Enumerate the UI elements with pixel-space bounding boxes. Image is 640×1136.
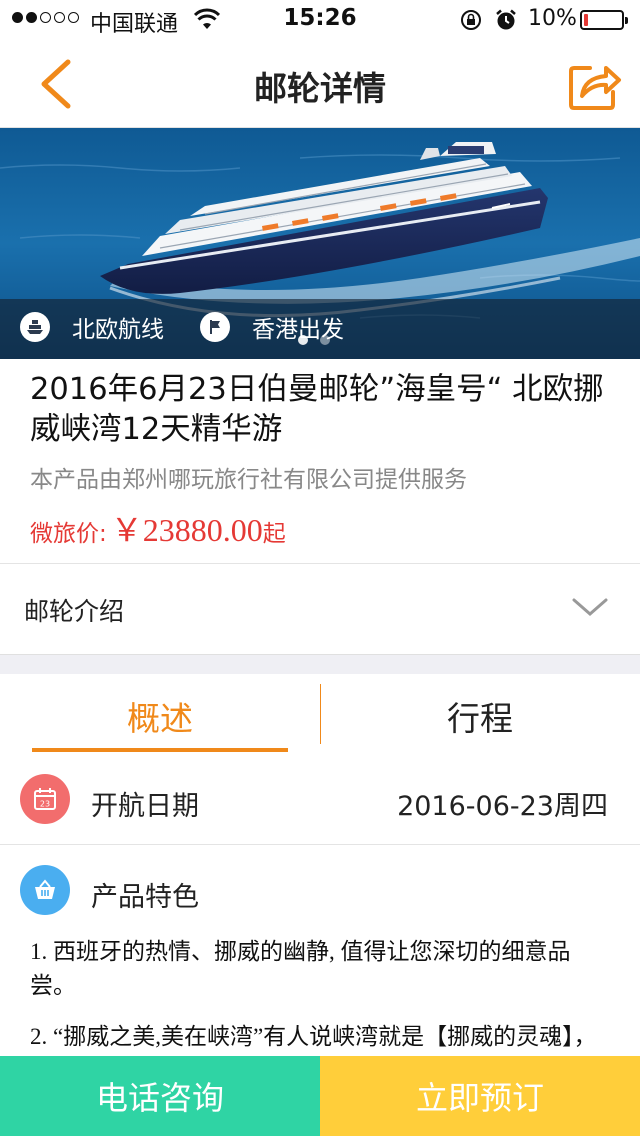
product-title: 2016年6月23日伯曼邮轮”海皇号“ 北欧挪威峡湾12天精华游 bbox=[30, 372, 604, 447]
share-icon[interactable] bbox=[566, 58, 622, 112]
flag-icon bbox=[200, 312, 230, 342]
product-features-label: 产品特色 bbox=[91, 882, 199, 913]
bottom-action-bar: 电话咨询 立即预订 bbox=[0, 1056, 640, 1136]
cruise-ship-banner[interactable]: 北欧航线 香港出发 bbox=[0, 128, 640, 359]
route-tag-label: 北欧航线 bbox=[72, 317, 164, 343]
cruise-intro-label: 邮轮介绍 bbox=[24, 597, 125, 626]
alarm-icon bbox=[496, 9, 516, 30]
phone-consult-button[interactable]: 电话咨询 bbox=[0, 1056, 320, 1136]
sailing-date-row: 23 开航日期 2016-06-23周四 bbox=[0, 762, 640, 844]
detail-tabs: 概述 行程 bbox=[0, 674, 640, 762]
product-price: 微旅价: ￥23880.00 起 bbox=[30, 505, 286, 551]
tab-overview[interactable]: 概述 bbox=[0, 692, 320, 740]
rotation-lock-icon bbox=[461, 10, 481, 30]
status-bar: 中国联通 15:26 10% bbox=[0, 0, 640, 40]
carousel-dot[interactable] bbox=[298, 335, 308, 345]
route-tag: 北欧航线 bbox=[20, 310, 164, 344]
sailing-date-label: 开航日期 bbox=[91, 791, 199, 822]
battery-icon bbox=[580, 10, 628, 30]
chevron-down-icon bbox=[572, 598, 608, 616]
basket-icon bbox=[20, 865, 70, 915]
price-suffix: 起 bbox=[262, 521, 286, 547]
ship-icon bbox=[20, 312, 50, 342]
carousel-indicator[interactable] bbox=[298, 335, 330, 345]
battery-percent: 10% bbox=[528, 6, 577, 31]
product-provider: 本产品由郑州哪玩旅行社有限公司提供服务 bbox=[30, 467, 467, 493]
carousel-dot[interactable] bbox=[320, 335, 330, 345]
calendar-icon: 23 bbox=[20, 774, 70, 824]
tab-itinerary[interactable]: 行程 bbox=[320, 692, 640, 740]
cruise-intro-row[interactable]: 邮轮介绍 bbox=[0, 564, 640, 656]
product-features-row: 产品特色 bbox=[0, 845, 640, 925]
banner-info-bar: 北欧航线 香港出发 bbox=[0, 299, 640, 359]
active-tab-indicator bbox=[32, 748, 288, 752]
feature-item: 1. 西班牙的热情、挪威的幽静, 值得让您深切的细意品尝。 bbox=[30, 939, 571, 998]
svg-text:23: 23 bbox=[40, 800, 50, 809]
page-title: 邮轮详情 bbox=[254, 69, 386, 108]
section-spacer bbox=[0, 654, 640, 674]
book-now-button[interactable]: 立即预订 bbox=[320, 1056, 640, 1136]
price-label: 微旅价: bbox=[30, 521, 107, 547]
battery-level bbox=[584, 14, 588, 26]
navigation-bar: 邮轮详情 bbox=[0, 40, 640, 128]
sailing-date-value: 2016-06-23周四 bbox=[397, 791, 608, 822]
price-value: ￥23880.00 bbox=[110, 512, 263, 548]
